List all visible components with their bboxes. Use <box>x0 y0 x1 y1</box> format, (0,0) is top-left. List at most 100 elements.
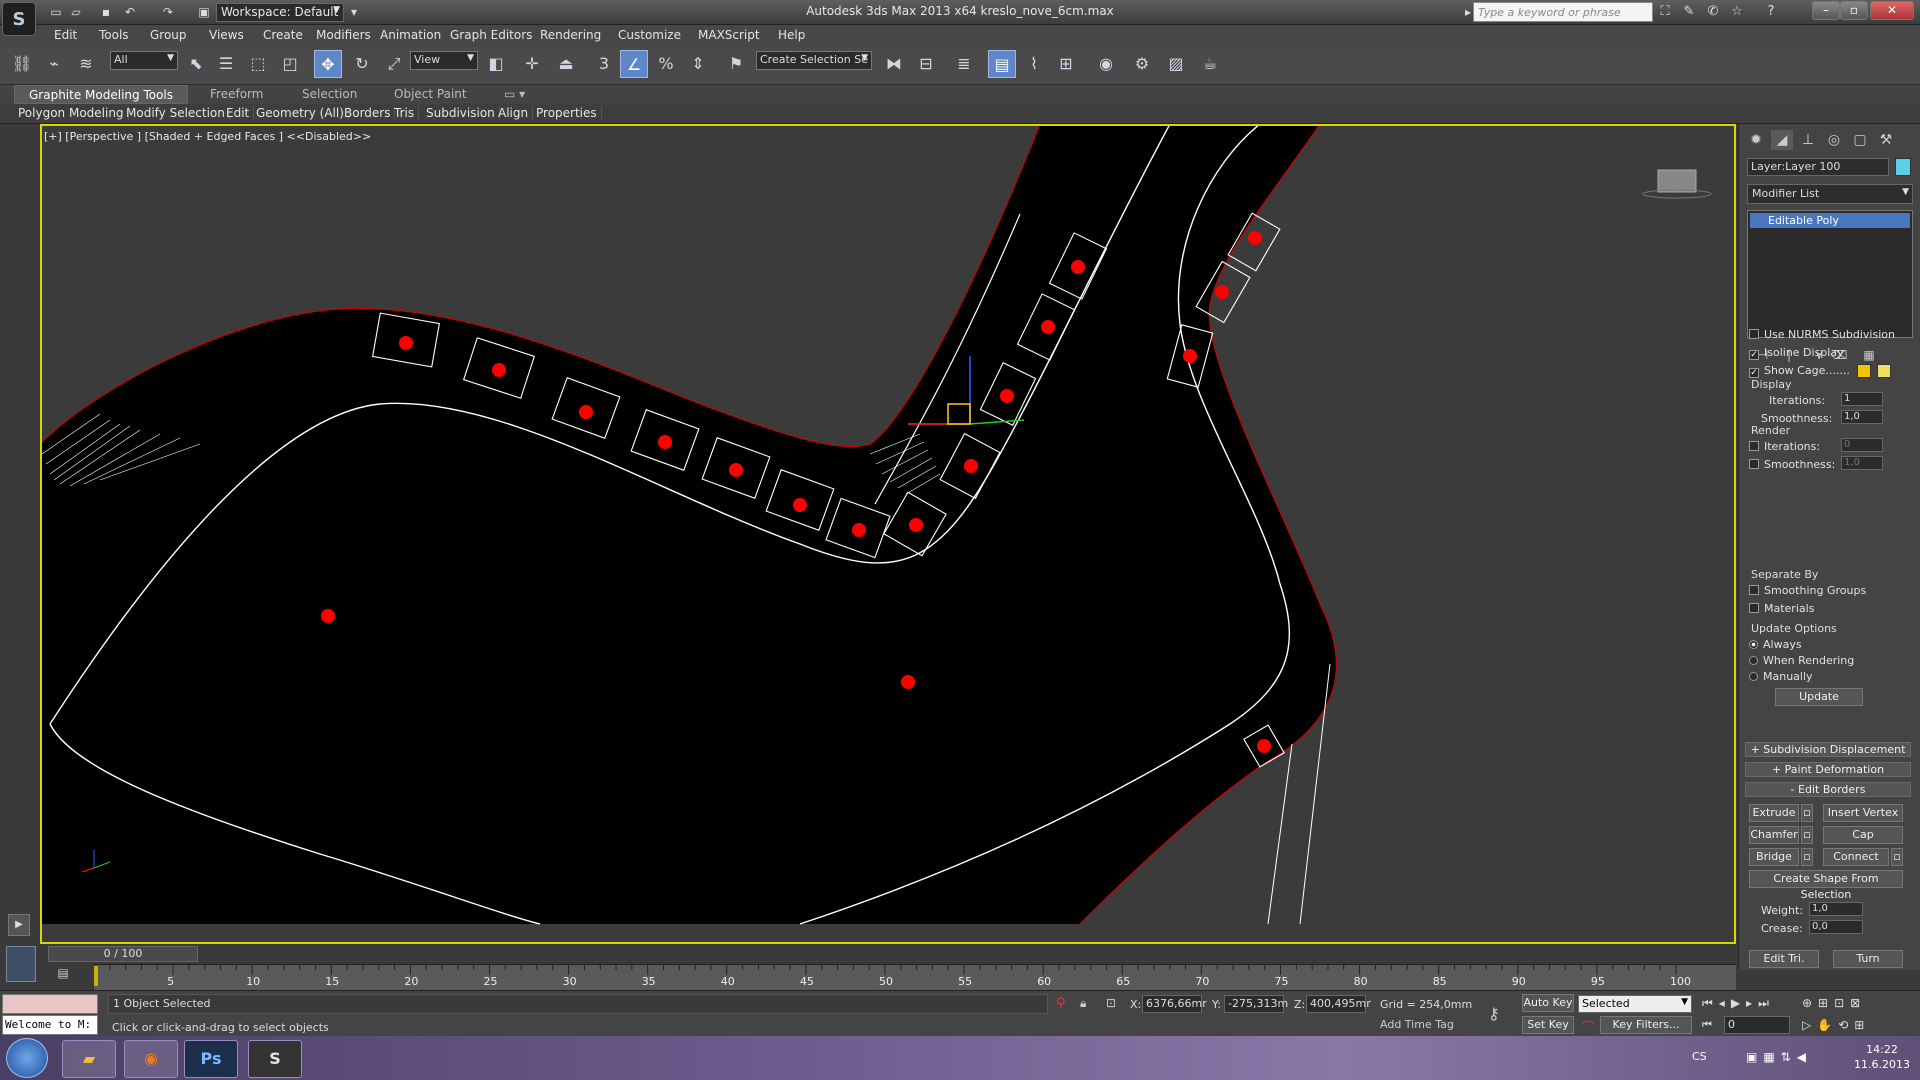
panel-properties[interactable]: Properties <box>532 106 602 120</box>
tab-graphite-modeling-tools[interactable]: Graphite Modeling Tools <box>14 85 189 104</box>
new-file-icon[interactable]: ▭ <box>48 4 64 20</box>
align-icon[interactable]: ⊟ <box>912 50 940 78</box>
render-iterations-spinner[interactable]: 0 <box>1841 438 1883 452</box>
selection-filter-dropdown[interactable]: All ▼ <box>110 51 178 70</box>
track-bar-toggle-icon[interactable]: ▤ <box>48 966 78 986</box>
playback-controls-icons[interactable]: ⏮◂▶▸⏭ <box>1702 996 1775 1011</box>
maximize-button[interactable]: ▫ <box>1840 1 1868 20</box>
update-manually-radio[interactable]: Manually <box>1749 670 1813 683</box>
connect-settings-icon[interactable]: ▫ <box>1891 848 1903 866</box>
auto-key-button[interactable]: Auto Key <box>1522 994 1574 1012</box>
smoothing-groups-checkbox[interactable]: Smoothing Groups <box>1749 584 1866 597</box>
subdivision-displacement-rollout[interactable]: + Subdivision Displacement <box>1745 742 1911 757</box>
maxscript-input[interactable]: Welcome to M: <box>2 1015 98 1035</box>
firefox-icon[interactable]: ◉ <box>124 1040 178 1078</box>
communication-icon[interactable]: ✆ <box>1704 3 1722 21</box>
y-coordinate-field[interactable]: -275,313m <box>1224 995 1288 1013</box>
update-when-rendering-radio[interactable]: When Rendering <box>1749 654 1854 667</box>
select-by-name-icon[interactable]: ☰ <box>212 50 240 78</box>
extrude-button[interactable]: Extrude <box>1749 804 1799 822</box>
display-smoothness-spinner[interactable]: 1,0 <box>1841 410 1883 424</box>
tab-object-paint[interactable]: Object Paint <box>394 87 467 101</box>
3ds-max-taskbar-icon[interactable]: S <box>248 1040 302 1078</box>
hierarchy-tab-icon[interactable]: ⊥ <box>1797 130 1819 150</box>
motion-tab-icon[interactable]: ◎ <box>1823 130 1845 150</box>
configure-modifier-sets-icon[interactable]: ▦ <box>1859 348 1879 364</box>
menu-graph-editors[interactable]: Graph Editors <box>450 28 532 42</box>
materials-checkbox[interactable]: Materials <box>1749 602 1814 615</box>
panel-align[interactable]: Align <box>494 106 534 120</box>
rendered-frame-window-icon[interactable]: ▨ <box>1162 50 1190 78</box>
cap-button[interactable]: Cap <box>1823 826 1903 844</box>
menu-tools[interactable]: Tools <box>99 28 129 42</box>
edit-named-selection-icon[interactable]: ⚑ <box>722 50 750 78</box>
rectangular-selection-icon[interactable]: ⬚ <box>244 50 272 78</box>
undo-icon[interactable]: ↶ <box>122 4 138 20</box>
render-iterations-checkbox[interactable]: Iterations: <box>1749 440 1820 453</box>
turn-button[interactable]: Turn <box>1833 950 1903 968</box>
graphite-toggle-icon[interactable]: ▤ <box>988 50 1016 78</box>
menu-animation[interactable]: Animation <box>380 28 441 42</box>
menu-create[interactable]: Create <box>263 28 303 42</box>
pan-orbit-icons[interactable]: ▷✋⟲⊞ <box>1802 1018 1870 1032</box>
unlink-icon[interactable]: ⌁ <box>40 50 68 78</box>
viewport-label[interactable]: [+] [Perspective ] [Shaded + Edged Faces… <box>44 130 371 143</box>
display-iterations-spinner[interactable]: 1 <box>1841 392 1883 406</box>
bridge-button[interactable]: Bridge <box>1749 848 1799 866</box>
mini-curve-editor-icon[interactable] <box>6 946 36 982</box>
render-setup-icon[interactable]: ⚙ <box>1128 50 1156 78</box>
pivot-center-icon[interactable]: ◧ <box>482 50 510 78</box>
panel-modify-selection[interactable]: Modify Selection <box>122 106 230 120</box>
viewport-nav-icons[interactable]: ⊕⊞⊡⊠ <box>1802 996 1866 1010</box>
edit-borders-rollout[interactable]: - Edit Borders <box>1745 782 1911 797</box>
utilities-tab-icon[interactable]: ⚒ <box>1875 130 1897 150</box>
panel-borders[interactable]: Borders <box>340 106 396 120</box>
percent-snap-icon[interactable]: % <box>652 50 680 78</box>
current-frame-field[interactable]: 0 <box>1724 1016 1790 1034</box>
crease-spinner[interactable]: 0,0 <box>1809 920 1863 934</box>
time-slider[interactable]: 0 / 100 <box>48 946 198 962</box>
z-coordinate-field[interactable]: 400,495mr <box>1306 995 1371 1013</box>
close-button[interactable]: ✕ <box>1870 1 1914 20</box>
subscription-icon[interactable]: ✎ <box>1680 3 1698 21</box>
time-marker[interactable] <box>94 966 98 986</box>
modifier-list-dropdown[interactable]: Modifier List ▼ <box>1747 184 1913 204</box>
select-object-icon[interactable]: ⬉ <box>182 50 210 78</box>
menu-group[interactable]: Group <box>150 28 187 42</box>
connect-button[interactable]: Connect <box>1823 848 1889 866</box>
stack-item-editable-poly[interactable]: Editable Poly <box>1750 213 1910 228</box>
project-folder-icon[interactable]: ▣ <box>196 4 212 20</box>
panel-tris[interactable]: Tris <box>390 106 420 120</box>
angle-snap-icon[interactable]: ∠ <box>620 50 648 78</box>
bind-space-warp-icon[interactable]: ≋ <box>72 50 100 78</box>
menu-rendering[interactable]: Rendering <box>540 28 601 42</box>
save-icon[interactable]: ▪ <box>98 4 114 20</box>
ribbon-options-icon[interactable]: ▭ ▾ <box>504 87 525 101</box>
chamfer-settings-icon[interactable]: ▫ <box>1801 826 1813 844</box>
object-color-swatch[interactable] <box>1895 158 1911 176</box>
language-indicator[interactable]: CS <box>1692 1050 1707 1063</box>
set-key-mode-icon[interactable]: ⚷ <box>1488 1004 1500 1023</box>
menu-customize[interactable]: Customize <box>618 28 681 42</box>
render-production-icon[interactable]: ☕ <box>1196 50 1224 78</box>
use-nurms-checkbox[interactable]: Use NURMS Subdivision <box>1749 328 1895 341</box>
menu-modifiers[interactable]: Modifiers <box>316 28 371 42</box>
select-and-link-icon[interactable]: ⛓ <box>8 50 36 78</box>
menu-views[interactable]: Views <box>209 28 244 42</box>
menu-edit[interactable]: Edit <box>54 28 77 42</box>
spinner-snap-icon[interactable]: ⇕ <box>684 50 712 78</box>
modify-tab-icon[interactable]: ◢ <box>1771 130 1793 150</box>
display-tab-icon[interactable]: ▢ <box>1849 130 1871 150</box>
extrude-settings-icon[interactable]: ▫ <box>1801 804 1813 822</box>
select-and-scale-icon[interactable]: ⤢ <box>380 50 408 78</box>
maxscript-mini-listener[interactable] <box>2 994 98 1014</box>
panel-subdivision[interactable]: Subdivision <box>422 106 500 120</box>
track-bar[interactable] <box>94 964 1736 990</box>
render-smoothness-spinner[interactable]: 1,0 <box>1841 456 1883 470</box>
workspace-dropdown[interactable]: Workspace: Default ▼ <box>216 3 344 22</box>
binoculars-icon[interactable]: ⛶ <box>1656 3 1674 21</box>
perspective-viewport[interactable] <box>40 124 1736 944</box>
search-input[interactable]: Type a keyword or phrase <box>1473 2 1653 22</box>
minimize-button[interactable]: – <box>1812 1 1840 20</box>
bridge-settings-icon[interactable]: ▫ <box>1801 848 1813 866</box>
